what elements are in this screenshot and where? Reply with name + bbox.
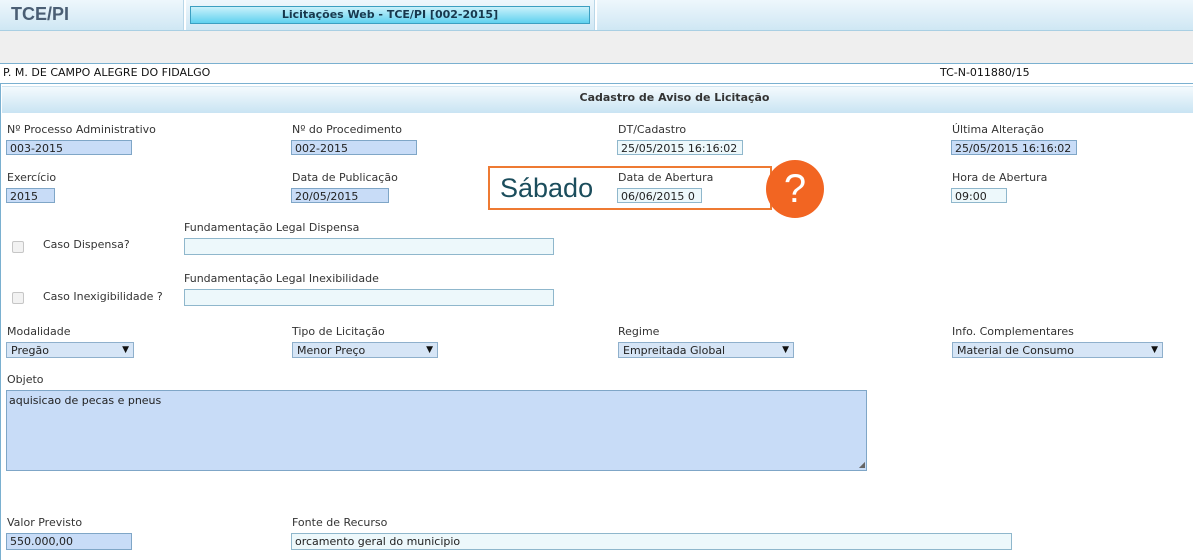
objeto-value: aquisicao de pecas e pneus <box>9 394 162 407</box>
dropdown-arrow-icon: ▼ <box>782 345 789 355</box>
app-title-button[interactable]: Licitações Web - TCE/PI [002-2015] <box>190 6 590 24</box>
regime-select[interactable]: Empreitada Global ▼ <box>618 342 794 358</box>
modalidade-select[interactable]: Pregão ▼ <box>6 342 134 358</box>
fund-inexig-label: Fundamentação Legal Inexibilidade <box>184 272 379 285</box>
exercicio-input[interactable]: 2015 <box>6 188 55 203</box>
info-compl-value: Material de Consumo <box>957 344 1074 357</box>
caso-dispensa-checkbox[interactable] <box>12 241 24 253</box>
info-compl-label: Info. Complementares <box>952 325 1074 338</box>
header-divider <box>594 0 597 30</box>
tipo-licitacao-select[interactable]: Menor Preço ▼ <box>292 342 438 358</box>
org-name: P. M. DE CAMPO ALEGRE DO FIDALGO <box>3 66 211 79</box>
objeto-textarea[interactable]: aquisicao de pecas e pneus ◢ <box>6 390 867 471</box>
dropdown-arrow-icon: ▼ <box>1151 345 1158 355</box>
procedimento-input[interactable]: 002-2015 <box>291 140 417 155</box>
dt-cadastro-label: DT/Cadastro <box>618 123 687 136</box>
section-title: Cadastro de Aviso de Licitação <box>579 91 770 104</box>
caso-inexig-label: Caso Inexigibilidade ? <box>43 290 163 303</box>
exercicio-label: Exercício <box>7 171 57 184</box>
fund-inexig-input[interactable] <box>184 289 554 306</box>
resize-handle-icon[interactable]: ◢ <box>859 460 865 469</box>
hora-abertura-label: Hora de Abertura <box>952 171 1048 184</box>
valor-previsto-label: Valor Previsto <box>7 516 83 529</box>
caso-inexig-checkbox[interactable] <box>12 292 24 304</box>
objeto-label: Objeto <box>7 373 44 386</box>
fund-dispensa-label: Fundamentação Legal Dispensa <box>184 221 360 234</box>
toolbar-area <box>0 31 1193 63</box>
procedimento-label: Nº do Procedimento <box>292 123 402 136</box>
fund-dispensa-input[interactable] <box>184 238 554 255</box>
annotation-text: Sábado <box>500 173 594 203</box>
form-border <box>0 84 1 560</box>
regime-label: Regime <box>618 325 660 338</box>
processo-adm-input[interactable]: 003-2015 <box>6 140 132 155</box>
dropdown-arrow-icon: ▼ <box>426 345 433 355</box>
modalidade-label: Modalidade <box>7 325 71 338</box>
caso-dispensa-label: Caso Dispensa? <box>43 238 130 251</box>
fonte-recurso-input[interactable]: orcamento geral do municipio <box>291 533 1012 550</box>
data-publicacao-input[interactable]: 20/05/2015 <box>291 188 389 203</box>
tipo-licitacao-label: Tipo de Licitação <box>292 325 385 338</box>
ultima-alteracao-label: Última Alteração <box>952 123 1044 136</box>
org-code: TC-N-011880/15 <box>940 66 1030 79</box>
info-compl-select[interactable]: Material de Consumo ▼ <box>952 342 1163 358</box>
processo-adm-label: Nº Processo Administrativo <box>7 123 156 136</box>
ultima-alteracao-input[interactable]: 25/05/2015 16:16:02 <box>951 140 1077 155</box>
regime-value: Empreitada Global <box>623 344 726 357</box>
hora-abertura-input[interactable]: 09:00 <box>951 188 1007 203</box>
data-publicacao-label: Data de Publicação <box>292 171 398 184</box>
tipo-licitacao-value: Menor Preço <box>297 344 366 357</box>
header-divider <box>183 0 186 30</box>
app-logo: TCE/PI <box>11 4 70 24</box>
fonte-recurso-label: Fonte de Recurso <box>292 516 388 529</box>
dt-cadastro-input[interactable]: 25/05/2015 16:16:02 <box>617 140 743 155</box>
valor-previsto-input[interactable]: 550.000,00 <box>6 533 132 550</box>
dropdown-arrow-icon: ▼ <box>122 345 129 355</box>
question-mark-icon: ? <box>766 160 824 218</box>
modalidade-value: Pregão <box>11 344 49 357</box>
